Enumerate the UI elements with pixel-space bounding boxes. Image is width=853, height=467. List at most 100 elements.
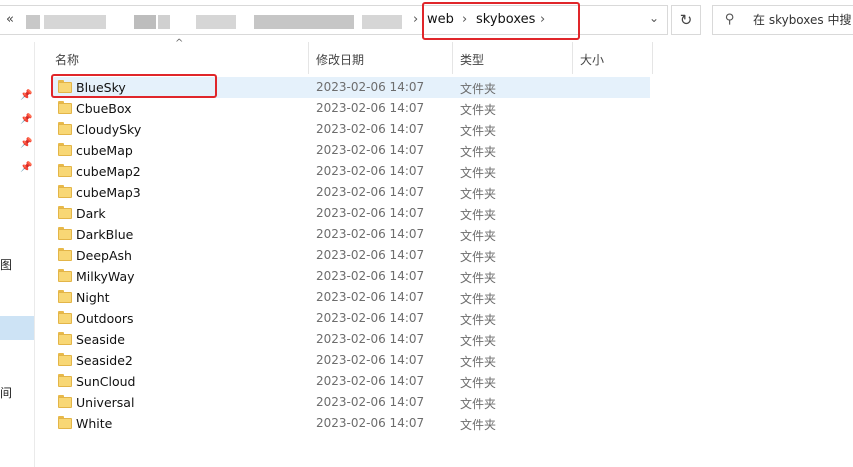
search-input[interactable]: [753, 6, 853, 34]
pin-icon[interactable]: 📌: [20, 162, 32, 174]
file-modified-date: 2023-02-06 14:07: [316, 332, 425, 346]
file-name: cubeMap2: [76, 164, 141, 179]
file-row[interactable]: White 2023-02-06 14:07 文件夹: [52, 413, 650, 434]
column-header-date[interactable]: 修改日期: [316, 51, 364, 68]
file-row[interactable]: DarkBlue 2023-02-06 14:07 文件夹: [52, 224, 650, 245]
folder-icon: [58, 164, 72, 178]
file-name: Seaside: [76, 332, 125, 347]
file-modified-date: 2023-02-06 14:07: [316, 143, 425, 157]
chevron-down-icon[interactable]: ⌄: [649, 11, 659, 25]
file-type: 文件夹: [460, 82, 497, 96]
file-type: 文件夹: [460, 397, 497, 411]
folder-icon: [58, 206, 72, 220]
file-row[interactable]: cubeMap 2023-02-06 14:07 文件夹: [52, 140, 650, 161]
file-type: 文件夹: [460, 145, 497, 159]
column-divider[interactable]: [572, 42, 573, 74]
file-type: 文件夹: [460, 166, 497, 180]
file-type: 文件夹: [460, 250, 497, 264]
pin-icon[interactable]: 📌: [20, 138, 32, 150]
search-icon: ⚲: [725, 12, 735, 27]
nav-item-selected[interactable]: [0, 316, 34, 340]
file-row[interactable]: Seaside 2023-02-06 14:07 文件夹: [52, 329, 650, 350]
file-type: 文件夹: [460, 418, 497, 432]
pin-icon[interactable]: 📌: [20, 114, 32, 126]
file-type: 文件夹: [460, 355, 497, 369]
file-modified-date: 2023-02-06 14:07: [316, 164, 425, 178]
file-name: Universal: [76, 395, 135, 410]
double-chevron-left-icon[interactable]: «: [6, 12, 14, 27]
file-row[interactable]: Outdoors 2023-02-06 14:07 文件夹: [52, 308, 650, 329]
folder-icon: [58, 332, 72, 346]
redacted-path: [362, 15, 402, 29]
file-modified-date: 2023-02-06 14:07: [316, 374, 425, 388]
folder-icon: [58, 269, 72, 283]
file-name: Night: [76, 290, 110, 305]
column-divider[interactable]: [652, 42, 653, 74]
folder-icon: [58, 122, 72, 136]
nav-item-label[interactable]: 空间: [0, 384, 12, 401]
column-divider[interactable]: [308, 42, 309, 74]
file-modified-date: 2023-02-06 14:07: [316, 353, 425, 367]
file-modified-date: 2023-02-06 14:07: [316, 269, 425, 283]
file-row[interactable]: DeepAsh 2023-02-06 14:07 文件夹: [52, 245, 650, 266]
file-name: cubeMap: [76, 143, 133, 158]
folder-icon: [58, 143, 72, 157]
file-row[interactable]: SunCloud 2023-02-06 14:07 文件夹: [52, 371, 650, 392]
folder-icon: [58, 290, 72, 304]
file-modified-date: 2023-02-06 14:07: [316, 206, 425, 220]
refresh-icon: ↻: [679, 11, 693, 29]
file-name: White: [76, 416, 113, 431]
file-type: 文件夹: [460, 292, 497, 306]
file-type: 文件夹: [460, 229, 497, 243]
file-name: BlueSky: [76, 80, 126, 95]
address-bar[interactable]: « › web › skyboxes › ⌄: [0, 5, 668, 35]
folder-icon: [58, 185, 72, 199]
redacted-path: [44, 15, 106, 29]
column-header-row: ^ 名称 修改日期 类型 大小: [36, 38, 853, 74]
folder-icon: [58, 248, 72, 262]
file-name: cubeMap3: [76, 185, 141, 200]
file-row[interactable]: MilkyWay 2023-02-06 14:07 文件夹: [52, 266, 650, 287]
file-name: DeepAsh: [76, 248, 132, 263]
breadcrumb-web[interactable]: web: [427, 12, 454, 27]
search-box[interactable]: ⚲: [712, 5, 853, 35]
breadcrumb-separator-icon[interactable]: ›: [462, 12, 467, 27]
nav-item-label[interactable]: 图: [0, 256, 12, 273]
pin-icon[interactable]: 📌: [20, 90, 32, 102]
file-row[interactable]: Universal 2023-02-06 14:07 文件夹: [52, 392, 650, 413]
folder-icon: [58, 101, 72, 115]
file-name: MilkyWay: [76, 269, 135, 284]
file-modified-date: 2023-02-06 14:07: [316, 227, 425, 241]
file-type: 文件夹: [460, 103, 497, 117]
refresh-button[interactable]: ↻: [671, 5, 701, 35]
file-row[interactable]: BlueSky 2023-02-06 14:07 文件夹: [52, 77, 650, 98]
file-row[interactable]: cubeMap3 2023-02-06 14:07 文件夹: [52, 182, 650, 203]
breadcrumb-skyboxes[interactable]: skyboxes: [476, 12, 535, 27]
redacted-path: [26, 15, 40, 29]
column-header-name[interactable]: 名称: [55, 51, 79, 68]
file-row[interactable]: CbueBox 2023-02-06 14:07 文件夹: [52, 98, 650, 119]
file-name: CbueBox: [76, 101, 132, 116]
file-row[interactable]: Seaside2 2023-02-06 14:07 文件夹: [52, 350, 650, 371]
breadcrumb-separator-icon[interactable]: ›: [540, 12, 545, 27]
column-divider[interactable]: [452, 42, 453, 74]
folder-icon: [58, 416, 72, 430]
file-modified-date: 2023-02-06 14:07: [316, 416, 425, 430]
file-name: Dark: [76, 206, 106, 221]
file-row[interactable]: CloudySky 2023-02-06 14:07 文件夹: [52, 119, 650, 140]
file-type: 文件夹: [460, 124, 497, 138]
folder-icon: [58, 80, 72, 94]
redacted-path: [196, 15, 236, 29]
redacted-path: [254, 15, 354, 29]
column-header-type[interactable]: 类型: [460, 51, 484, 68]
file-row[interactable]: Dark 2023-02-06 14:07 文件夹: [52, 203, 650, 224]
file-row[interactable]: cubeMap2 2023-02-06 14:07 文件夹: [52, 161, 650, 182]
file-modified-date: 2023-02-06 14:07: [316, 311, 425, 325]
redacted-path: [134, 15, 156, 29]
file-type: 文件夹: [460, 334, 497, 348]
file-row[interactable]: Night 2023-02-06 14:07 文件夹: [52, 287, 650, 308]
breadcrumb-separator-icon: ›: [413, 12, 419, 27]
column-header-size[interactable]: 大小: [580, 51, 604, 68]
sort-ascending-icon: ^: [175, 38, 184, 49]
folder-icon: [58, 227, 72, 241]
